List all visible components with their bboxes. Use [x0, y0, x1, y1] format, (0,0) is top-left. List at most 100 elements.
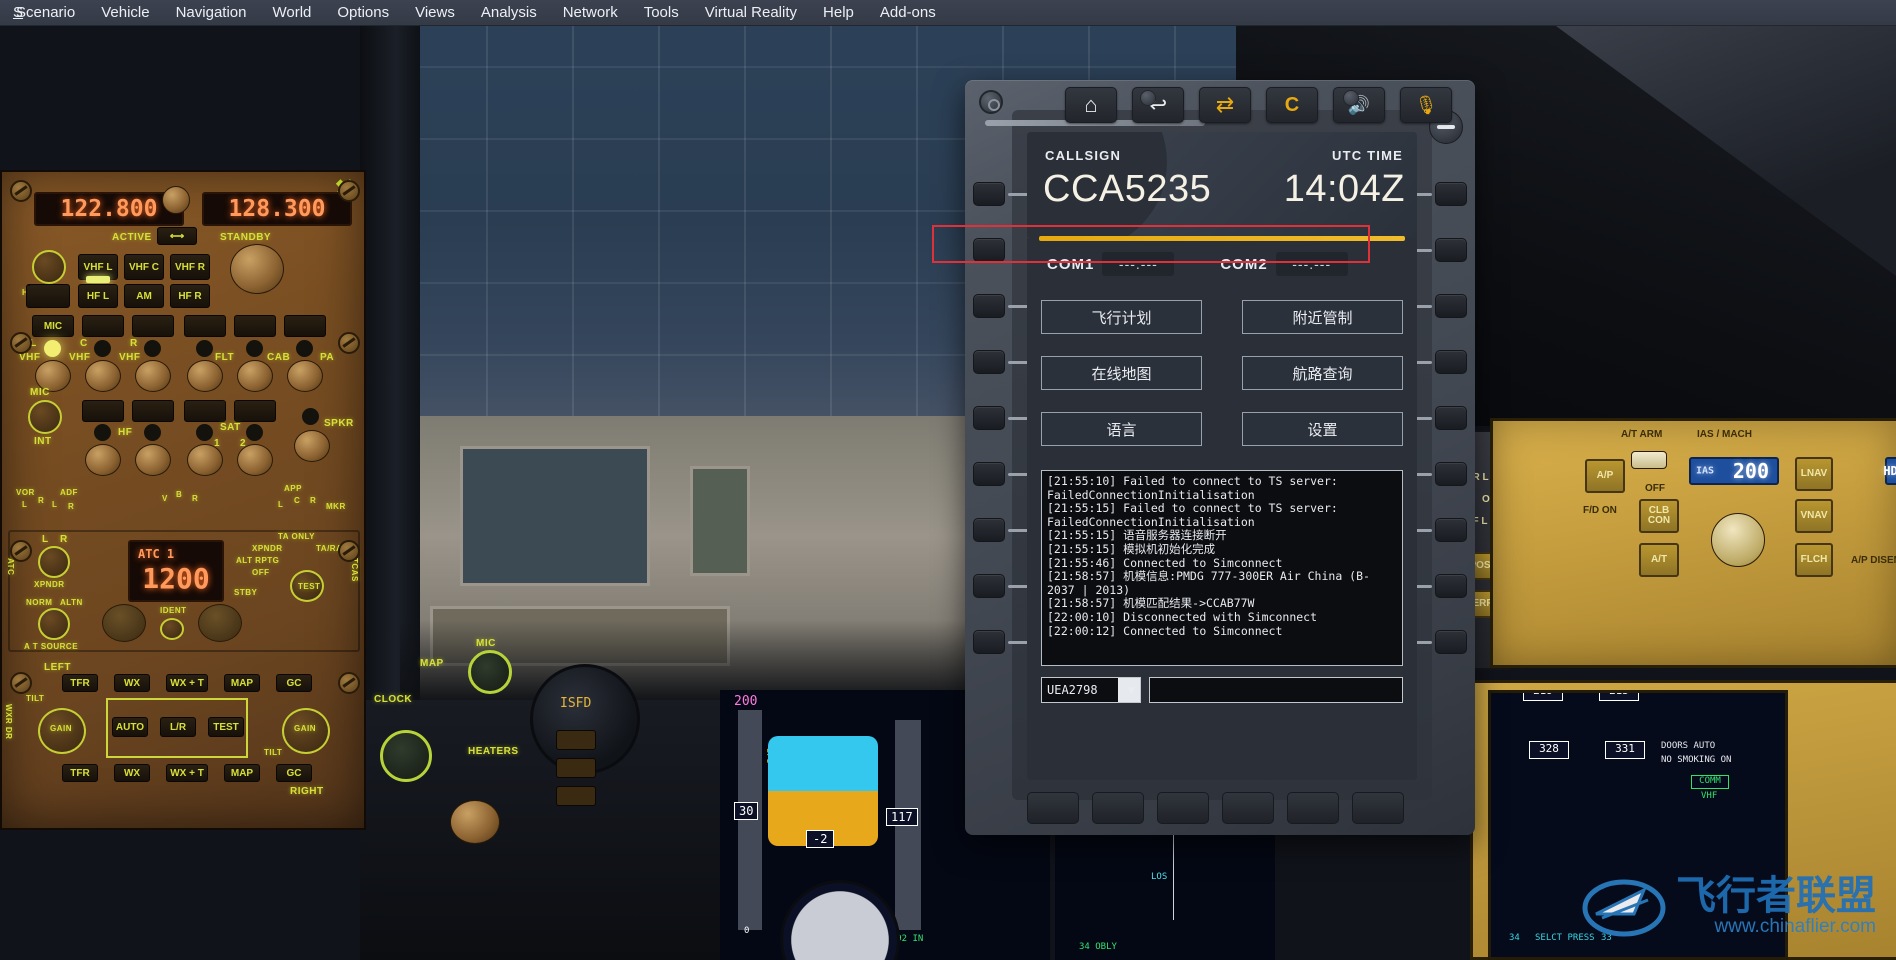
hf-l-button[interactable]: HF L: [78, 284, 118, 308]
com2-frequency[interactable]: ---.---: [1275, 252, 1348, 276]
hf-r-button[interactable]: HF R: [170, 284, 210, 308]
mic-knob-center[interactable]: [468, 650, 512, 694]
mic-button-5[interactable]: [234, 315, 276, 337]
menu-item-add-ons[interactable]: Add-ons: [867, 0, 949, 25]
lsk-right-6[interactable]: [1435, 462, 1467, 486]
speed-selector-knob[interactable]: [1711, 513, 1765, 567]
transfer-swap-icon[interactable]: ⇄: [1199, 87, 1251, 123]
autopilot-button[interactable]: A/P: [1585, 459, 1625, 493]
heater-button-3[interactable]: [556, 786, 596, 806]
wxr-tfr-bottom[interactable]: TFR: [62, 764, 98, 782]
heater-button-2[interactable]: [556, 758, 596, 778]
menu-item-network[interactable]: Network: [550, 0, 631, 25]
menu-item-navigation[interactable]: Navigation: [163, 0, 260, 25]
lsk-left-5[interactable]: [973, 406, 1005, 430]
wxr-gc-bottom[interactable]: GC: [276, 764, 312, 782]
autothrottle-button[interactable]: A/T: [1639, 543, 1679, 577]
wxr-map-top[interactable]: MAP: [224, 674, 260, 692]
clock-knob[interactable]: [380, 730, 432, 782]
menu-item-virtual-reality[interactable]: Virtual Reality: [692, 0, 810, 25]
lsk-left-4[interactable]: [973, 350, 1005, 374]
lsk-right-3[interactable]: [1435, 294, 1467, 318]
bezel-key[interactable]: [1027, 792, 1079, 824]
flight-plan-button[interactable]: 飞行计划: [1041, 300, 1202, 334]
am-button[interactable]: AM: [124, 284, 164, 308]
wxr-wxt-top[interactable]: WX + T: [166, 674, 208, 692]
chevron-down-icon[interactable]: ▼: [1118, 678, 1140, 702]
lsk-left-1[interactable]: [973, 182, 1005, 206]
lsk-left-2[interactable]: [973, 238, 1005, 262]
lnav-button[interactable]: LNAV: [1795, 457, 1833, 491]
xpndr-selector-knob[interactable]: [38, 546, 70, 578]
vhf-r-button[interactable]: VHF R: [170, 254, 210, 280]
volume-knob-6[interactable]: [287, 360, 323, 392]
microphone-icon[interactable]: 🎙: [1400, 87, 1452, 123]
lsk-left-8[interactable]: [973, 574, 1005, 598]
flch-button[interactable]: FLCH: [1795, 543, 1833, 577]
bezel-key[interactable]: [1222, 792, 1274, 824]
menu-item-views[interactable]: Views: [402, 0, 468, 25]
com1-cell[interactable]: COM1 ---.---: [1047, 252, 1175, 276]
lsk-right-7[interactable]: [1435, 518, 1467, 542]
mic-int-knob[interactable]: [28, 400, 62, 434]
xpndr-code-knob-left[interactable]: [102, 604, 146, 642]
sat-select-2[interactable]: [234, 400, 276, 422]
hf-sens-knob[interactable]: [32, 250, 66, 284]
bezel-key[interactable]: [1352, 792, 1404, 824]
bezel-key[interactable]: [1157, 792, 1209, 824]
home-icon[interactable]: ⌂: [1065, 87, 1117, 123]
message-console[interactable]: [21:55:10] Failed to connect to TS serve…: [1041, 470, 1403, 666]
sat-volume-1[interactable]: [187, 444, 223, 476]
com1-frequency[interactable]: ---.---: [1102, 252, 1175, 276]
vhf-c-button[interactable]: VHF C: [124, 254, 164, 280]
lsk-right-4[interactable]: [1435, 350, 1467, 374]
target-callsign-select[interactable]: UEA2798 ▼: [1041, 677, 1141, 703]
standby-tuning-knob[interactable]: [230, 244, 284, 294]
wxr-lr-button[interactable]: L/R: [160, 717, 196, 737]
lsk-right-1[interactable]: [1435, 182, 1467, 206]
ident-button[interactable]: [160, 618, 184, 640]
lsk-right-2[interactable]: [1435, 238, 1467, 262]
volume-knob-3[interactable]: [135, 360, 171, 392]
bezel-key[interactable]: [1287, 792, 1339, 824]
lsk-right-5[interactable]: [1435, 406, 1467, 430]
volume-knob-5[interactable]: [237, 360, 273, 392]
clb-con-button[interactable]: CLB CON: [1639, 499, 1679, 533]
xpndr-code-knob-right[interactable]: [198, 604, 242, 642]
mic-button-2[interactable]: [82, 315, 124, 337]
sat-select-1[interactable]: [184, 400, 226, 422]
lsk-right-8[interactable]: [1435, 574, 1467, 598]
hf-select-2[interactable]: [132, 400, 174, 422]
menu-item-help[interactable]: Help: [810, 0, 867, 25]
volume-knob-4[interactable]: [187, 360, 223, 392]
mic-button-3[interactable]: [132, 315, 174, 337]
lsk-left-9[interactable]: [973, 630, 1005, 654]
hf-select-1[interactable]: [82, 400, 124, 422]
wxr-test-button[interactable]: TEST: [208, 717, 244, 737]
heater-button-1[interactable]: [556, 730, 596, 750]
hf-sens-toggle[interactable]: [26, 284, 70, 308]
online-map-button[interactable]: 在线地图: [1041, 356, 1202, 390]
transfer-knob-top[interactable]: [162, 186, 190, 214]
language-button[interactable]: 语言: [1041, 412, 1202, 446]
mic-vhf-l-button[interactable]: [28, 284, 30, 286]
at-arm-switch[interactable]: [1631, 451, 1667, 469]
com2-cell[interactable]: COM2 ---.---: [1220, 252, 1348, 276]
menu-item-options[interactable]: Options: [324, 0, 402, 25]
frequency-transfer-button[interactable]: ⟷: [157, 227, 197, 245]
menu-item-world[interactable]: World: [259, 0, 324, 25]
route-query-button[interactable]: 航路查询: [1242, 356, 1403, 390]
nearby-atc-button[interactable]: 附近管制: [1242, 300, 1403, 334]
wxr-wxt-bottom[interactable]: WX + T: [166, 764, 208, 782]
back-arrow-icon[interactable]: ↩: [1132, 87, 1184, 123]
settings-button[interactable]: 设置: [1242, 412, 1403, 446]
wxr-map-bottom[interactable]: MAP: [224, 764, 260, 782]
vnav-button[interactable]: VNAV: [1795, 499, 1833, 533]
hf-volume-1[interactable]: [85, 444, 121, 476]
mic-button-4[interactable]: [184, 315, 226, 337]
message-input[interactable]: [1149, 677, 1403, 703]
lsk-left-6[interactable]: [973, 462, 1005, 486]
wxr-wx-bottom[interactable]: WX: [114, 764, 150, 782]
mic-button-6[interactable]: [284, 315, 326, 337]
wxr-gc-top[interactable]: GC: [276, 674, 312, 692]
